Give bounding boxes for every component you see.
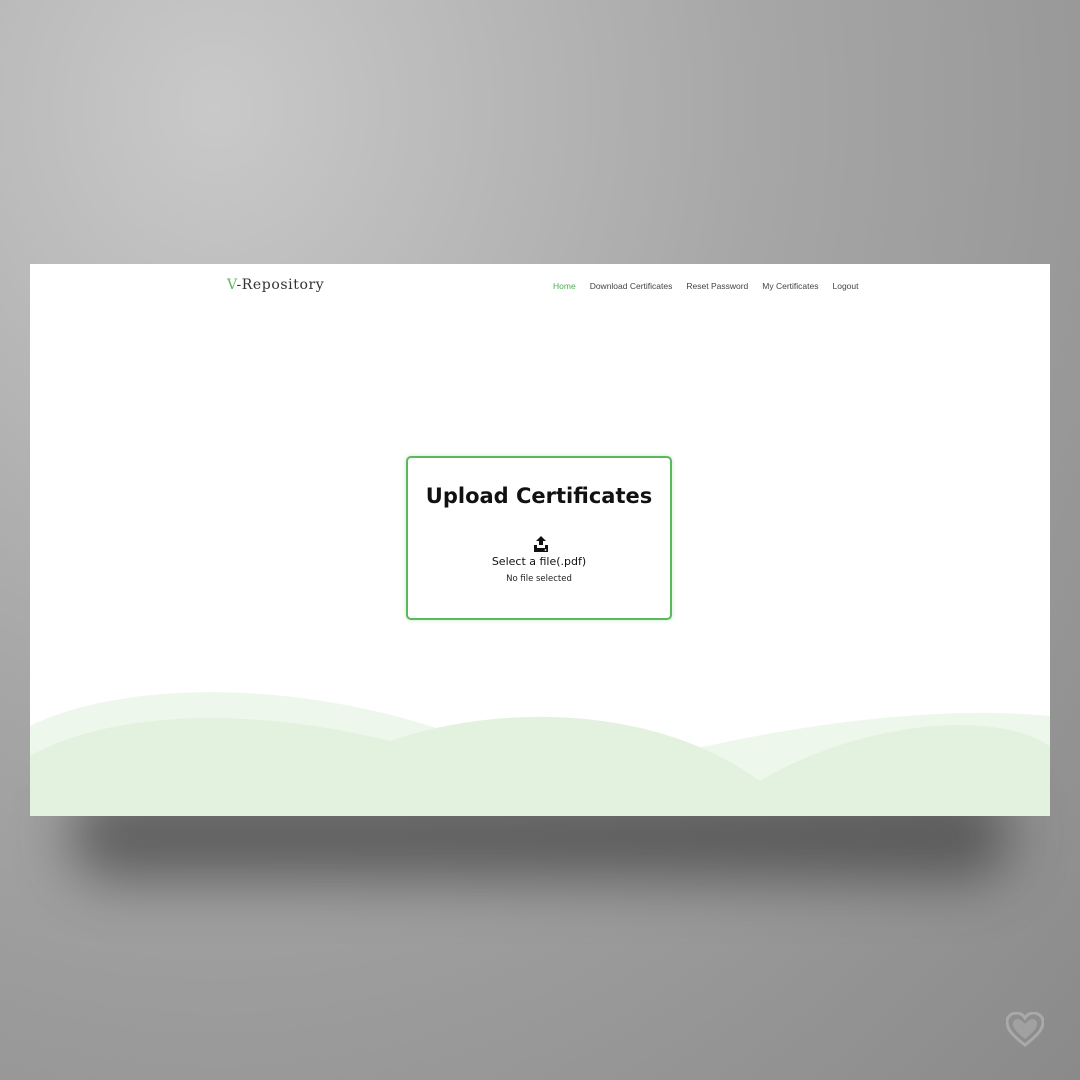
brand-name: -Repository bbox=[236, 277, 325, 293]
background-waves bbox=[30, 692, 1050, 816]
nav-reset-password[interactable]: Reset Password bbox=[686, 281, 748, 291]
brand-logo[interactable]: V-Repository bbox=[227, 277, 324, 293]
nav-download-certificates[interactable]: Download Certificates bbox=[590, 281, 673, 291]
navbar: V-Repository Home Download Certificates … bbox=[30, 264, 1050, 310]
file-status: No file selected bbox=[506, 574, 572, 584]
file-select-label[interactable]: Select a file(.pdf) bbox=[408, 555, 670, 568]
heart-watermark-icon bbox=[1006, 1012, 1044, 1047]
upload-card: Upload Certificates Select a file(.pdf) … bbox=[406, 456, 672, 620]
nav-my-certificates[interactable]: My Certificates bbox=[762, 281, 818, 291]
nav-home[interactable]: Home bbox=[553, 281, 576, 291]
upload-icon[interactable] bbox=[533, 536, 549, 552]
nav-menu: Home Download Certificates Reset Passwor… bbox=[553, 281, 858, 291]
nav-logout[interactable]: Logout bbox=[832, 281, 858, 291]
browser-viewport: V-Repository Home Download Certificates … bbox=[30, 264, 1050, 816]
upload-title: Upload Certificates bbox=[425, 484, 653, 508]
